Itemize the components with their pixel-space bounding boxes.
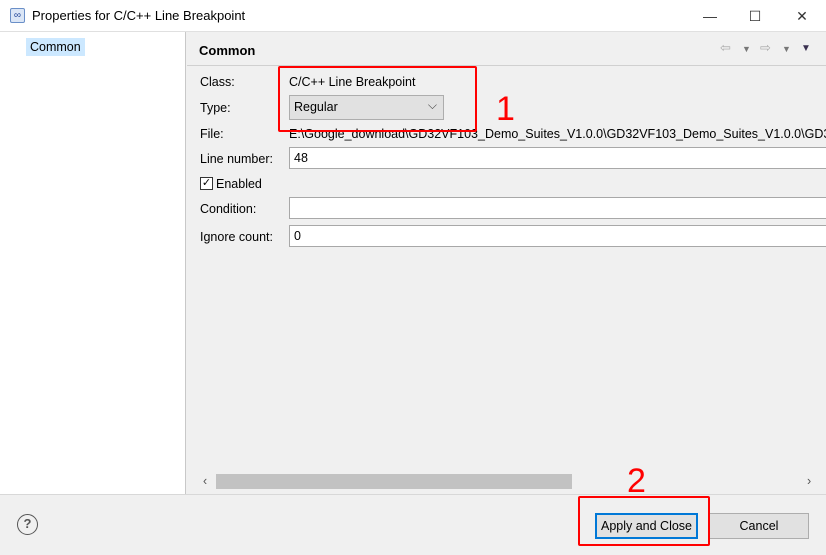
help-icon[interactable]: ? <box>17 514 38 535</box>
ignore-count-label: Ignore count: <box>200 230 273 244</box>
line-number-input[interactable]: 48 <box>289 147 826 169</box>
app-icon: ∞ <box>10 8 25 23</box>
line-number-label: Line number: <box>200 152 273 166</box>
annotation-box-2 <box>578 496 710 546</box>
view-menu-icon[interactable]: ▼ <box>801 43 811 54</box>
annotation-number-2: 2 <box>627 462 646 500</box>
close-button[interactable]: ✕ <box>782 4 822 28</box>
maximize-button[interactable]: ☐ <box>735 4 775 28</box>
condition-input[interactable] <box>289 197 826 219</box>
back-menu-icon[interactable]: ▼ <box>742 44 751 54</box>
back-arrow-icon[interactable]: ⇦ <box>720 40 731 56</box>
minimize-button[interactable]: — <box>690 4 730 28</box>
annotation-box-1 <box>278 66 477 132</box>
ignore-count-input[interactable]: 0 <box>289 225 826 247</box>
scroll-right-icon[interactable]: › <box>807 474 811 488</box>
file-label: File: <box>200 127 224 141</box>
cancel-button[interactable]: Cancel <box>709 513 809 539</box>
sidebar-item-common[interactable]: Common <box>26 38 85 56</box>
sidebar <box>0 32 186 494</box>
panel-title: Common <box>199 43 256 58</box>
condition-label: Condition: <box>200 202 257 216</box>
scrollbar-thumb[interactable] <box>216 474 572 489</box>
enabled-checkbox[interactable]: ✓ <box>200 177 213 190</box>
forward-arrow-icon[interactable]: ⇨ <box>760 40 771 56</box>
class-label: Class: <box>200 75 235 89</box>
scroll-left-icon[interactable]: ‹ <box>203 474 207 488</box>
enabled-label: Enabled <box>216 177 262 191</box>
type-label: Type: <box>200 101 231 115</box>
annotation-number-1: 1 <box>496 90 515 128</box>
forward-menu-icon[interactable]: ▼ <box>782 44 791 54</box>
window-title: Properties for C/C++ Line Breakpoint <box>32 8 246 23</box>
